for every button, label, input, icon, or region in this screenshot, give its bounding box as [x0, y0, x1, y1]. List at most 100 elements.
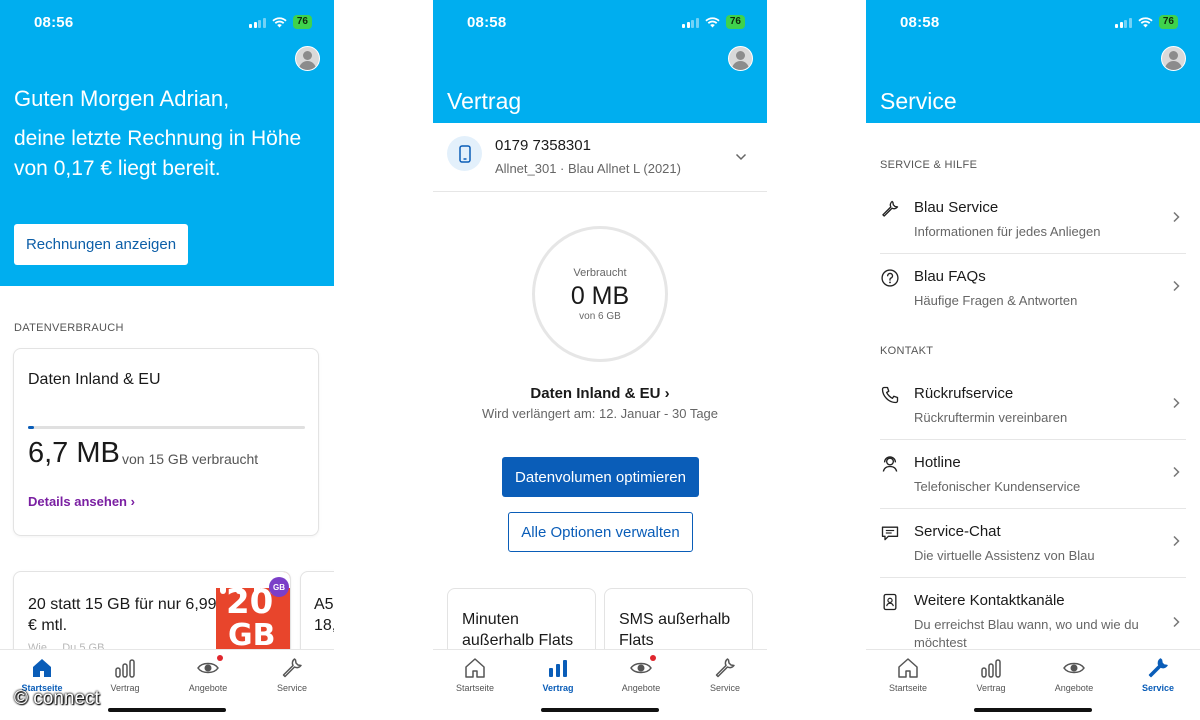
- service-item-title: Weitere Kontaktkanäle: [914, 592, 1065, 609]
- wrench-icon: [282, 658, 302, 678]
- nav-home[interactable]: Startseite: [866, 656, 950, 693]
- ring-label: Verbraucht: [573, 267, 627, 279]
- notification-dot: [650, 655, 656, 661]
- promo-badge: GB: [269, 577, 289, 597]
- chevron-right-icon: [1173, 535, 1180, 547]
- nav-label-service: Service: [276, 683, 307, 693]
- home-header: 08:56 76 Guten Morgen Adrian, deine letz…: [0, 0, 334, 286]
- signal-icon: [682, 17, 699, 28]
- nav-vertrag[interactable]: Vertrag: [949, 656, 1033, 693]
- chevron-right-icon: [1173, 280, 1180, 292]
- service-item-subtitle: Die virtuelle Assistenz von Blau: [914, 548, 1095, 563]
- nav-service[interactable]: Service: [250, 656, 334, 693]
- contract-screen: 08:58 76 Vertrag 0179 7358301 Allnet_301…: [433, 0, 767, 720]
- service-item-hotline[interactable]: Hotline Telefonischer Kundenservice: [880, 440, 1186, 509]
- signal-icon: [249, 17, 266, 28]
- nav-label-home: Startseite: [888, 683, 928, 693]
- chat-icon: [881, 526, 899, 541]
- ring-of: von 6 GB: [579, 311, 621, 322]
- wrench-icon: [1148, 658, 1168, 678]
- home-indicator: [541, 708, 659, 712]
- service-item-more-channels[interactable]: Weitere Kontaktkanäle Du erreichst Blau …: [880, 578, 1186, 650]
- renewal-text: Wird verlängert am: 12. Januar - 30 Tage: [481, 406, 719, 421]
- service-screen: 08:58 76 Service SERVICE & HILFE Blau Se…: [866, 0, 1200, 720]
- avatar[interactable]: [295, 46, 320, 71]
- service-header: 08:58 76 Service: [866, 0, 1200, 123]
- home-icon: [33, 659, 51, 677]
- wifi-icon: [1138, 16, 1153, 27]
- phone-number: 0179 7358301: [495, 137, 591, 154]
- wifi-icon: [705, 16, 720, 27]
- service-item-blau-service[interactable]: Blau Service Informationen für jedes Anl…: [880, 185, 1186, 254]
- nav-service[interactable]: Service: [1116, 656, 1200, 693]
- contact-card-icon: [883, 593, 897, 611]
- promo-image-number: 20: [226, 582, 274, 622]
- nav-service[interactable]: Service: [683, 656, 767, 693]
- home-indicator: [974, 708, 1092, 712]
- nav-label-angebote: Angebote: [1054, 683, 1094, 693]
- nav-home[interactable]: Startseite: [433, 656, 517, 693]
- chevron-right-icon: [1173, 616, 1180, 628]
- account-selector[interactable]: 0179 7358301 Allnet_301 · Blau Allnet L …: [433, 123, 767, 192]
- battery-icon: 76: [292, 15, 312, 29]
- nav-label-angebote: Angebote: [188, 683, 228, 693]
- usage-card-title: Daten Inland & EU: [28, 371, 161, 388]
- eye-icon: [1063, 662, 1085, 674]
- usage-card[interactable]: Daten Inland & EU 6,7 MB von 15 GB verbr…: [13, 348, 319, 536]
- usage-ring: Verbraucht 0 MB von 6 GB: [532, 226, 668, 362]
- status-bar: 08:56 76: [0, 12, 334, 34]
- home-indicator: [108, 708, 226, 712]
- status-time: 08:56: [34, 14, 74, 31]
- service-item-subtitle: Rückruftermin vereinbaren: [914, 410, 1068, 425]
- contract-header: 08:58 76 Vertrag: [433, 0, 767, 123]
- signal-icon: [1115, 17, 1132, 28]
- ring-value: 0 MB: [570, 282, 630, 310]
- wrench-icon: [715, 658, 735, 678]
- usage-bars-icon: [549, 660, 567, 677]
- nav-label-vertrag: Vertrag: [542, 683, 574, 693]
- service-item-callback[interactable]: Rückrufservice Rückruftermin vereinbaren: [880, 371, 1186, 440]
- headset-icon: [882, 456, 898, 472]
- section-label-usage: DATENVERBRAUCH: [14, 322, 124, 334]
- promo-text: 20 statt 15 GB für nur 6,99 € mtl.: [28, 596, 217, 634]
- avatar[interactable]: [1161, 46, 1186, 71]
- nav-angebote[interactable]: Angebote: [599, 655, 683, 693]
- phone-icon: [881, 386, 899, 404]
- service-item-subtitle: Informationen für jedes Anliegen: [914, 224, 1101, 239]
- status-bar: 08:58 76: [433, 12, 767, 34]
- section-label-help: SERVICE & HILFE: [880, 159, 978, 171]
- service-item-title: Service-Chat: [914, 523, 1001, 540]
- chevron-right-icon: [1173, 397, 1180, 409]
- nav-label-home: Startseite: [455, 683, 495, 693]
- show-invoices-button[interactable]: Rechnungen anzeigen: [14, 224, 188, 265]
- invoice-text: deine letzte Rechnung in Höhe von 0,17 €…: [14, 127, 302, 180]
- phone-device-icon: [447, 136, 482, 171]
- service-item-chat[interactable]: Service-Chat Die virtuelle Assistenz von…: [880, 509, 1186, 578]
- page-title: Vertrag: [447, 88, 522, 114]
- chevron-down-icon: [735, 153, 747, 161]
- nav-vertrag[interactable]: Vertrag: [516, 656, 600, 693]
- manage-options-button[interactable]: Alle Optionen verwalten: [508, 512, 693, 552]
- nav-label-vertrag: Vertrag: [110, 683, 140, 693]
- chevron-right-icon: [1173, 211, 1180, 223]
- eye-icon: [197, 662, 219, 674]
- nav-angebote[interactable]: Angebote: [166, 655, 250, 693]
- nav-angebote[interactable]: Angebote: [1032, 656, 1116, 693]
- sms-card-title: SMS außerhalb Flats: [619, 611, 731, 649]
- notification-dot: [217, 655, 223, 661]
- usage-bars-icon: [981, 659, 1001, 678]
- status-time: 08:58: [467, 14, 507, 31]
- details-link[interactable]: Details ansehen ›: [28, 494, 135, 509]
- service-item-faqs[interactable]: Blau FAQs Häufige Fragen & Antworten: [880, 254, 1186, 323]
- nav-label-angebote: Angebote: [621, 683, 661, 693]
- data-title-link[interactable]: Daten Inland & EU ›: [433, 385, 767, 402]
- promo-image: 20 GB GB: [216, 572, 290, 652]
- avatar[interactable]: [728, 46, 753, 71]
- service-item-title: Hotline: [914, 454, 961, 471]
- optimize-data-button[interactable]: Datenvolumen optimieren: [502, 457, 699, 497]
- nav-label-service: Service: [709, 683, 740, 693]
- wifi-icon: [272, 16, 287, 27]
- promo-next-text: A5 18,: [314, 596, 334, 634]
- service-item-title: Rückrufservice: [914, 385, 1014, 402]
- page-title: Service: [880, 88, 957, 114]
